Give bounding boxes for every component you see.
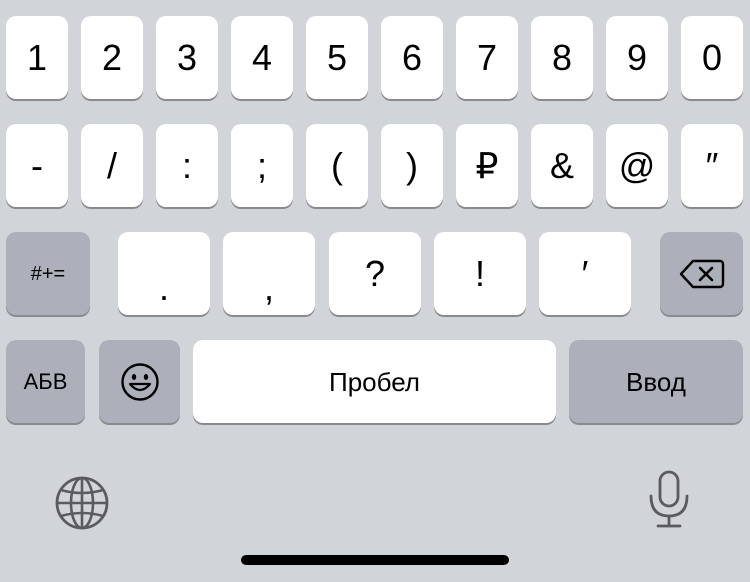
backspace-icon [679,258,725,290]
key-ruble[interactable]: ₽ [456,124,518,207]
key-label: , [263,266,274,308]
key-0[interactable]: 0 [681,16,743,99]
key-7[interactable]: 7 [456,16,518,99]
key-prime[interactable]: ′ [539,232,631,315]
key-2[interactable]: 2 [81,16,143,99]
key-label: & [549,144,574,186]
keyboard: 1 2 3 4 5 6 7 8 9 0 - / : ; ( ) ₽ & @ ″ … [0,0,750,582]
key-1[interactable]: 1 [6,16,68,99]
dictation-button[interactable] [642,468,696,532]
key-label: АБВ [23,368,68,394]
globe-button[interactable] [52,473,112,533]
key-label: ? [364,252,386,294]
key-label: . [158,266,169,308]
key-label: 6 [401,36,423,78]
key-5[interactable]: 5 [306,16,368,99]
key-exclamation[interactable]: ! [434,232,526,315]
key-4[interactable]: 4 [231,16,293,99]
letters-toggle-key[interactable]: АБВ [6,340,85,423]
key-label: ; [256,144,267,186]
globe-icon [52,473,112,533]
emoji-key[interactable] [99,340,180,423]
key-6[interactable]: 6 [381,16,443,99]
key-label: - [31,144,43,186]
key-label: ′ [581,252,589,294]
key-question[interactable]: ? [329,232,421,315]
key-comma[interactable]: , [223,232,315,315]
key-label: ″ [705,144,719,186]
key-right-paren[interactable]: ) [381,124,443,207]
key-left-paren[interactable]: ( [306,124,368,207]
key-double-prime[interactable]: ″ [681,124,743,207]
key-ampersand[interactable]: & [531,124,593,207]
key-label: 3 [176,36,198,78]
return-key[interactable]: Ввод [569,340,743,423]
key-label: 1 [26,36,48,78]
key-label: ₽ [475,144,499,186]
key-label: #+= [30,262,66,285]
key-label: ! [474,252,485,294]
key-at[interactable]: @ [606,124,668,207]
key-label: ( [331,144,343,186]
backspace-key[interactable] [660,232,743,315]
key-label: / [106,144,117,186]
emoji-icon [120,362,160,402]
key-label: : [181,144,192,186]
key-colon[interactable]: : [156,124,218,207]
key-label: 4 [251,36,273,78]
key-label: @ [618,144,656,186]
key-semicolon[interactable]: ; [231,124,293,207]
key-slash[interactable]: / [81,124,143,207]
space-key[interactable]: Пробел [193,340,556,423]
key-9[interactable]: 9 [606,16,668,99]
key-label: 9 [626,36,648,78]
key-label: 5 [326,36,348,78]
home-indicator[interactable] [241,555,509,565]
key-label: Ввод [626,366,686,397]
key-8[interactable]: 8 [531,16,593,99]
microphone-icon [642,468,696,532]
key-label: 7 [476,36,498,78]
key-label: 0 [701,36,723,78]
symbols-toggle-key[interactable]: #+= [6,232,90,315]
key-3[interactable]: 3 [156,16,218,99]
key-label: 2 [101,36,123,78]
key-label: Пробел [329,366,420,397]
key-label: ) [406,144,418,186]
key-period[interactable]: . [118,232,210,315]
key-label: 8 [551,36,573,78]
key-hyphen[interactable]: - [6,124,68,207]
